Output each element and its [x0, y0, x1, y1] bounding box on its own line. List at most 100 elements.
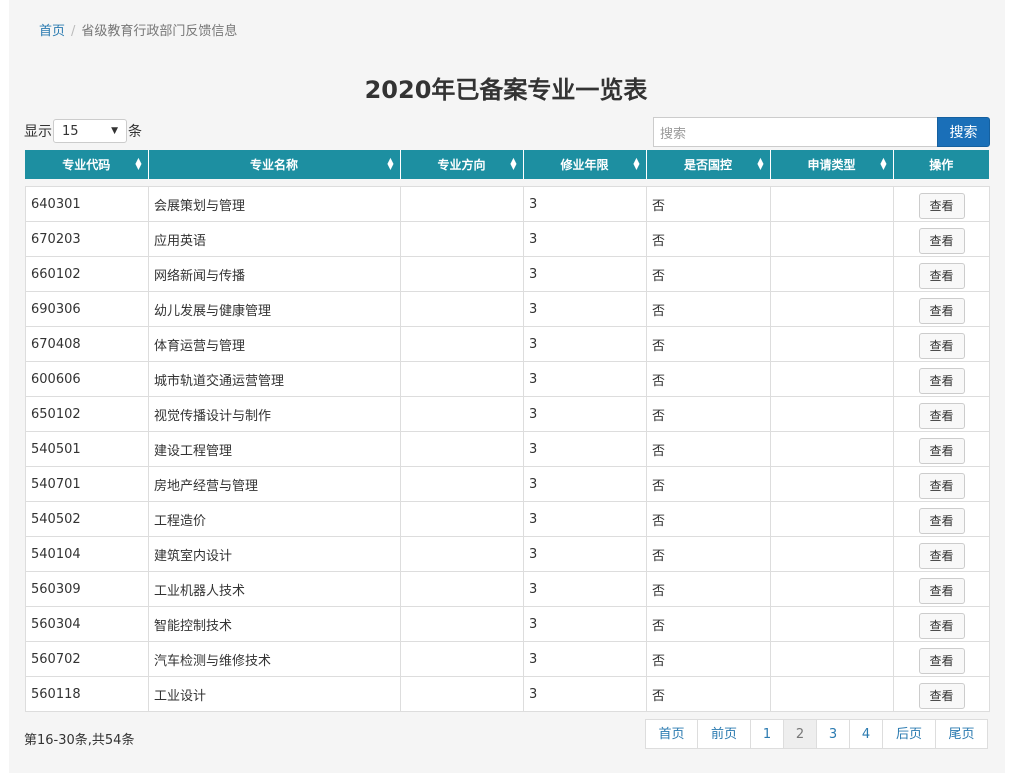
search-input[interactable]: 搜索: [653, 117, 937, 147]
page-button[interactable]: 尾页: [935, 719, 988, 749]
table-row: 560304 智能控制技术 3 否 查看: [25, 606, 990, 642]
direction-cell: [400, 291, 524, 327]
page-button[interactable]: 1: [750, 719, 784, 749]
view-button[interactable]: 查看: [918, 263, 965, 289]
page-size-prefix: 显示: [24, 124, 52, 140]
column-header-2[interactable]: 专业方向 ▲ ▼: [400, 150, 524, 179]
page-button[interactable]: 4: [849, 719, 883, 749]
view-button[interactable]: 查看: [918, 473, 965, 499]
controlled-cell: 否: [646, 291, 771, 327]
table-row: 670408 体育运营与管理 3 否 查看: [25, 326, 990, 362]
direction-cell: [400, 186, 524, 222]
apply-type-cell: [770, 676, 894, 712]
view-button[interactable]: 查看: [918, 683, 965, 709]
search-button[interactable]: 搜索: [937, 117, 990, 147]
page-size-value: 15: [62, 123, 79, 139]
major-name-cell: 建设工程管理: [148, 431, 401, 467]
action-cell: 查看: [893, 256, 990, 292]
apply-type-cell: [770, 466, 894, 502]
major-name-cell: 会展策划与管理: [148, 186, 401, 222]
controlled-cell: 否: [646, 571, 771, 607]
view-button[interactable]: 查看: [918, 613, 965, 639]
major-name-cell: 网络新闻与传播: [148, 256, 401, 292]
controlled-cell: 否: [646, 431, 771, 467]
view-button[interactable]: 查看: [918, 403, 965, 429]
breadcrumb-home-link[interactable]: 首页: [39, 24, 65, 39]
page-size-select[interactable]: 15 ▼: [53, 119, 127, 143]
page-size-control: 显示 15 ▼ 条: [24, 118, 142, 144]
column-header-label: 申请类型: [807, 158, 856, 172]
major-name-cell: 城市轨道交通运营管理: [148, 361, 401, 397]
page-button[interactable]: 前页: [697, 719, 751, 749]
action-cell: 查看: [893, 641, 990, 677]
apply-type-cell: [770, 396, 894, 432]
apply-type-cell: [770, 501, 894, 537]
direction-cell: [400, 466, 524, 502]
view-button[interactable]: 查看: [918, 578, 965, 604]
view-button[interactable]: 查看: [918, 508, 965, 534]
apply-type-cell: [770, 431, 894, 467]
view-button[interactable]: 查看: [918, 648, 965, 674]
direction-cell: [400, 361, 524, 397]
table-row: 540501 建设工程管理 3 否 查看: [25, 431, 990, 467]
pagination: 首页 前页 1 2 3 4 后页 尾页: [645, 719, 988, 749]
major-code-cell: 560118: [25, 676, 149, 712]
table-row: 600606 城市轨道交通运营管理 3 否 查看: [25, 361, 990, 397]
table-row: 660102 网络新闻与传播 3 否 查看: [25, 256, 990, 292]
major-code-cell: 540104: [25, 536, 149, 572]
direction-cell: [400, 536, 524, 572]
table-row: 540104 建筑室内设计 3 否 查看: [25, 536, 990, 572]
table-row: 560118 工业设计 3 否 查看: [25, 676, 990, 712]
controlled-cell: 否: [646, 361, 771, 397]
page-button[interactable]: 后页: [882, 719, 936, 749]
view-button[interactable]: 查看: [918, 298, 965, 324]
page-button[interactable]: 3: [816, 719, 850, 749]
years-cell: 3: [523, 361, 647, 397]
major-code-cell: 540502: [25, 501, 149, 537]
column-header-4[interactable]: 是否国控 ▲ ▼: [646, 150, 771, 179]
controlled-cell: 否: [646, 641, 771, 677]
page-button[interactable]: 2: [783, 719, 817, 749]
column-header-label: 专业名称: [249, 158, 298, 172]
action-cell: 查看: [893, 361, 990, 397]
major-code-cell: 600606: [25, 361, 149, 397]
view-button[interactable]: 查看: [918, 333, 965, 359]
major-code-cell: 670203: [25, 221, 149, 257]
action-cell: 查看: [893, 676, 990, 712]
column-header-1[interactable]: 专业名称 ▲ ▼: [148, 150, 401, 179]
years-cell: 3: [523, 256, 647, 292]
direction-cell: [400, 606, 524, 642]
view-button[interactable]: 查看: [918, 368, 965, 394]
major-name-cell: 工业机器人技术: [148, 571, 401, 607]
page-button[interactable]: 首页: [645, 719, 698, 749]
major-code-cell: 560702: [25, 641, 149, 677]
years-cell: 3: [523, 431, 647, 467]
direction-cell: [400, 676, 524, 712]
breadcrumb-separator: /: [71, 24, 76, 39]
table-row: 540502 工程造价 3 否 查看: [25, 501, 990, 537]
view-button[interactable]: 查看: [918, 228, 965, 254]
action-cell: 查看: [893, 396, 990, 432]
column-header-5[interactable]: 申请类型 ▲ ▼: [770, 150, 894, 179]
apply-type-cell: [770, 221, 894, 257]
action-cell: 查看: [893, 501, 990, 537]
years-cell: 3: [523, 606, 647, 642]
column-header-label: 专业代码: [62, 158, 111, 172]
table-row: 560309 工业机器人技术 3 否 查看: [25, 571, 990, 607]
major-code-cell: 540701: [25, 466, 149, 502]
apply-type-cell: [770, 326, 894, 362]
column-header-0[interactable]: 专业代码 ▲ ▼: [25, 150, 149, 179]
sort-icon: ▲ ▼: [387, 156, 394, 171]
direction-cell: [400, 396, 524, 432]
action-cell: 查看: [893, 186, 990, 222]
major-code-cell: 660102: [25, 256, 149, 292]
years-cell: 3: [523, 326, 647, 362]
view-button[interactable]: 查看: [918, 438, 965, 464]
column-header-3[interactable]: 修业年限 ▲ ▼: [523, 150, 647, 179]
major-code-cell: 640301: [25, 186, 149, 222]
column-header-6[interactable]: 操作: [893, 150, 989, 179]
controlled-cell: 否: [646, 221, 771, 257]
major-name-cell: 工程造价: [148, 501, 401, 537]
view-button[interactable]: 查看: [918, 543, 965, 569]
view-button[interactable]: 查看: [918, 193, 965, 219]
